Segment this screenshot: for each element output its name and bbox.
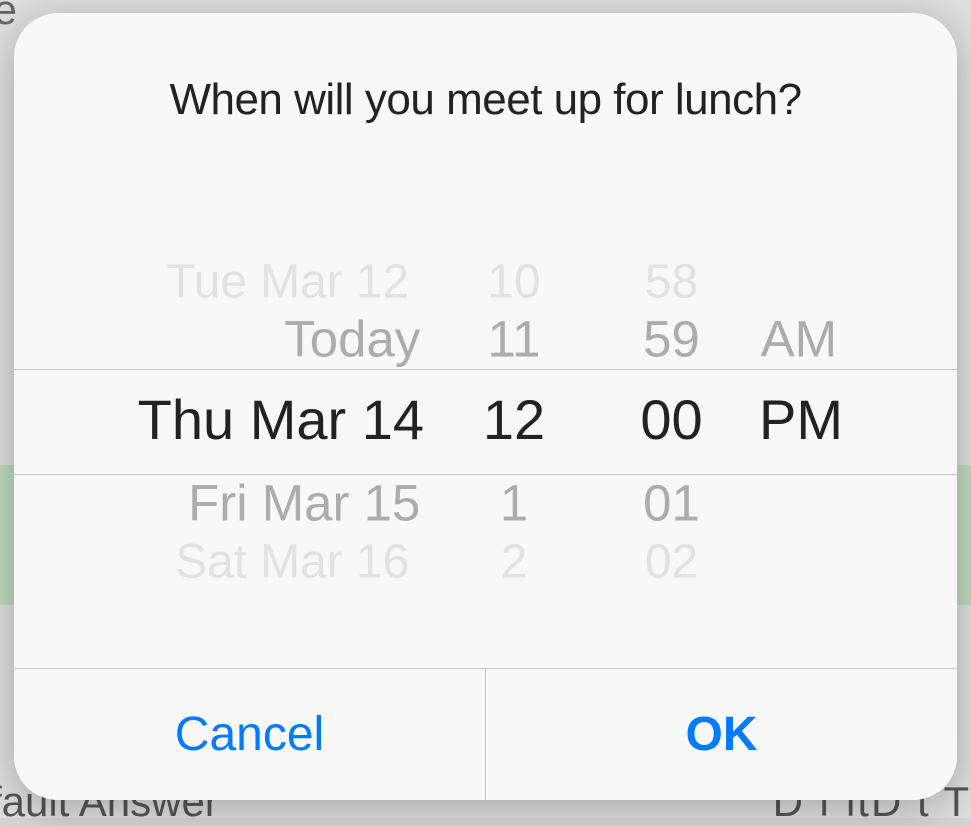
picker-area: Tue Mar 12 Today Thu Mar 14 Fri Mar 15 S… xyxy=(14,175,957,668)
date-wheel[interactable]: Tue Mar 12 Today Thu Mar 14 Fri Mar 15 S… xyxy=(34,175,444,668)
minute-option[interactable]: 59 xyxy=(586,300,758,378)
period-option-selected[interactable]: PM xyxy=(759,380,917,460)
hour-option[interactable]: 11 xyxy=(445,300,582,378)
button-bar: Cancel OK xyxy=(14,668,957,800)
date-option-selected[interactable]: Thu Mar 14 xyxy=(34,380,444,460)
cancel-button[interactable]: Cancel xyxy=(14,669,485,800)
hour-wheel[interactable]: 10 11 12 1 2 xyxy=(444,175,584,668)
period-option[interactable]: AM xyxy=(761,300,916,378)
hour-option[interactable]: 2 xyxy=(450,525,579,599)
picker-columns: Tue Mar 12 Today Thu Mar 14 Fri Mar 15 S… xyxy=(14,175,957,668)
modal-title: When will you meet up for lunch? xyxy=(14,13,957,175)
datetime-picker-modal: When will you meet up for lunch? Tue Mar… xyxy=(14,13,957,800)
period-wheel[interactable]: AM PM xyxy=(759,175,917,668)
minute-option-selected[interactable]: 00 xyxy=(584,380,759,460)
bg-text-fragment: te xyxy=(0,0,17,34)
ok-button[interactable]: OK xyxy=(485,669,957,800)
hour-option-selected[interactable]: 12 xyxy=(444,380,584,460)
date-option[interactable]: Sat Mar 16 xyxy=(50,525,427,599)
minute-option[interactable]: 02 xyxy=(591,525,752,599)
minute-wheel[interactable]: 58 59 00 01 02 xyxy=(584,175,759,668)
date-option[interactable]: Today xyxy=(38,300,440,378)
